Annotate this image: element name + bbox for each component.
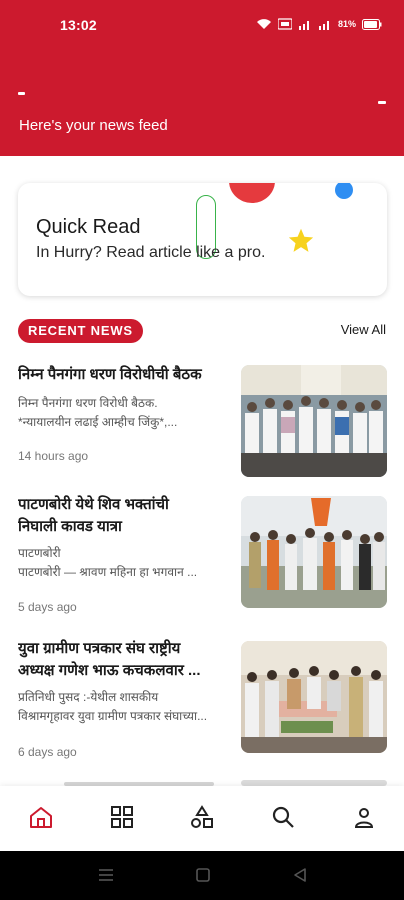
system-navigation-bar bbox=[0, 851, 404, 900]
news-title: निम्न पैनगंगा धरण विरोधीची बैठक bbox=[18, 364, 230, 386]
news-title: युवा ग्रामीण पत्रकार संघ राष्ट्रीय अध्यक… bbox=[18, 638, 230, 682]
news-excerpt: प्रतिनिधी पुसद :-येथील शासकीय विश्रामगृह… bbox=[18, 688, 230, 726]
battery-percent: 81% bbox=[337, 19, 356, 29]
news-timestamp: 5 days ago bbox=[18, 600, 77, 614]
profile-icon[interactable] bbox=[350, 803, 378, 831]
quick-read-card[interactable]: Quick Read In Hurry? Read article like a… bbox=[18, 183, 387, 296]
bottom-navigation bbox=[0, 786, 404, 851]
feed-title: Here's your news feed bbox=[19, 117, 168, 134]
decor-blue-dot bbox=[335, 183, 353, 199]
quick-read-title: Quick Read bbox=[36, 216, 141, 238]
news-excerpt-line: विश्रामगृहावर युवा ग्रामीण पत्रकार संघाच… bbox=[18, 709, 208, 723]
news-item[interactable]: निम्न पैनगंगा धरण विरोधीची बैठक निम्न पै… bbox=[0, 362, 404, 492]
star-icon bbox=[286, 227, 316, 260]
news-title-line: युवा ग्रामीण पत्रकार संघ राष्ट्रीय bbox=[18, 640, 181, 657]
status-time: 13:02 bbox=[60, 17, 97, 33]
news-excerpt-line: पाटणबोरी bbox=[18, 546, 61, 560]
next-news-peek bbox=[18, 776, 388, 786]
status-bar: 13:02 81% bbox=[0, 0, 404, 52]
recents-icon[interactable] bbox=[98, 867, 114, 888]
news-thumbnail[interactable] bbox=[241, 365, 387, 477]
signal-icon-2 bbox=[318, 18, 332, 30]
decor-red-circle bbox=[229, 183, 275, 203]
volte-icon bbox=[277, 18, 292, 30]
shapes-icon[interactable] bbox=[188, 803, 216, 831]
news-excerpt: निम्न पैनगंगा धरण विरोधी बैठक. *न्यायालय… bbox=[18, 394, 230, 432]
news-timestamp: 14 hours ago bbox=[18, 449, 89, 463]
status-icons: 81% bbox=[256, 15, 382, 33]
news-title-line: पाटणबोरी येथे शिव भक्तांची bbox=[18, 496, 169, 513]
app-header: 13:02 81% Here's your news feed bbox=[0, 0, 404, 156]
home-button-icon[interactable] bbox=[195, 867, 211, 888]
view-all-link[interactable]: View All bbox=[341, 322, 386, 337]
news-title-text: निम्न पैनगंगा धरण विरोधीची बैठक bbox=[18, 366, 202, 383]
recent-news-badge: RECENT NEWS bbox=[18, 319, 143, 343]
news-title-line: निघाली कावड यात्रा bbox=[18, 518, 122, 535]
quick-read-subtitle: In Hurry? Read article like a pro. bbox=[36, 244, 266, 261]
news-excerpt-line: निम्न पैनगंगा धरण विरोधी बैठक. bbox=[18, 396, 158, 410]
back-icon[interactable] bbox=[292, 867, 308, 888]
wifi-icon bbox=[256, 18, 272, 30]
news-title-line: अध्यक्ष गणेश भाऊ कचकलवार ... bbox=[18, 662, 201, 679]
categories-icon[interactable] bbox=[108, 803, 136, 831]
search-icon[interactable] bbox=[269, 803, 297, 831]
news-excerpt-line: पाटणबोरी — श्रावण महिना हा भगवान ... bbox=[18, 565, 198, 579]
news-excerpt-line: प्रतिनिधी पुसद :-येथील शासकीय bbox=[18, 690, 159, 704]
news-thumbnail[interactable] bbox=[241, 641, 387, 753]
header-logo-mark bbox=[18, 92, 25, 95]
news-item[interactable]: युवा ग्रामीण पत्रकार संघ राष्ट्रीय अध्यक… bbox=[0, 636, 404, 766]
news-item[interactable]: पाटणबोरी येथे शिव भक्तांची निघाली कावड य… bbox=[0, 492, 404, 622]
signal-icon-1 bbox=[298, 18, 312, 30]
news-excerpt-line: *न्यायालयीन लढाई आम्हीच जिंकु*,... bbox=[18, 415, 178, 429]
menu-icon[interactable] bbox=[378, 101, 386, 104]
news-excerpt: पाटणबोरी पाटणबोरी — श्रावण महिना हा भगवा… bbox=[18, 544, 230, 582]
home-icon[interactable] bbox=[27, 803, 55, 831]
news-title: पाटणबोरी येथे शिव भक्तांची निघाली कावड य… bbox=[18, 494, 230, 538]
news-thumbnail[interactable] bbox=[241, 496, 387, 608]
news-timestamp: 6 days ago bbox=[18, 745, 77, 759]
battery-icon bbox=[362, 18, 382, 30]
